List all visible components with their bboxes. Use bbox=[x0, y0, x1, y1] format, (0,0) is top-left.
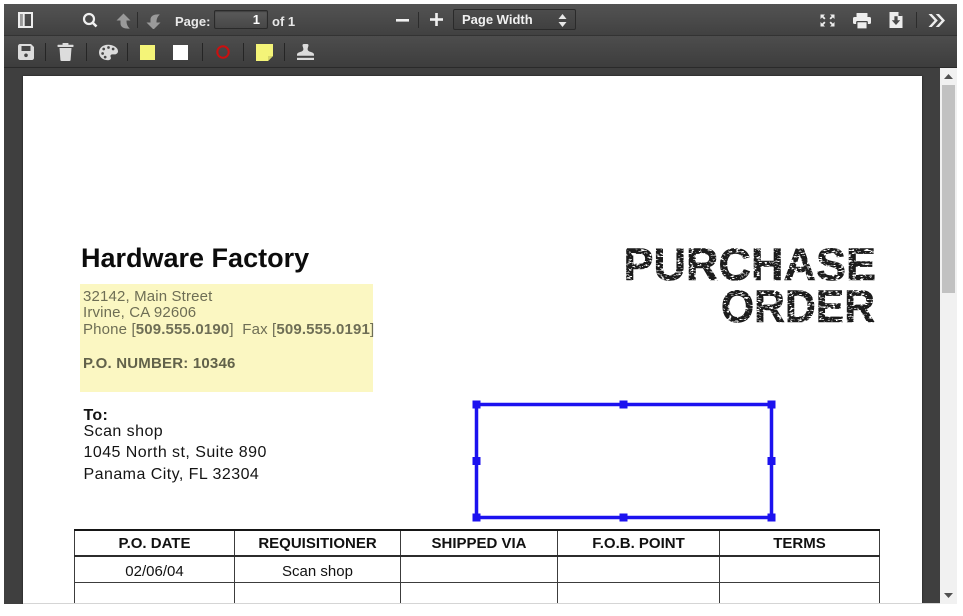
svg-text:PURCHASE: PURCHASE bbox=[623, 239, 876, 290]
